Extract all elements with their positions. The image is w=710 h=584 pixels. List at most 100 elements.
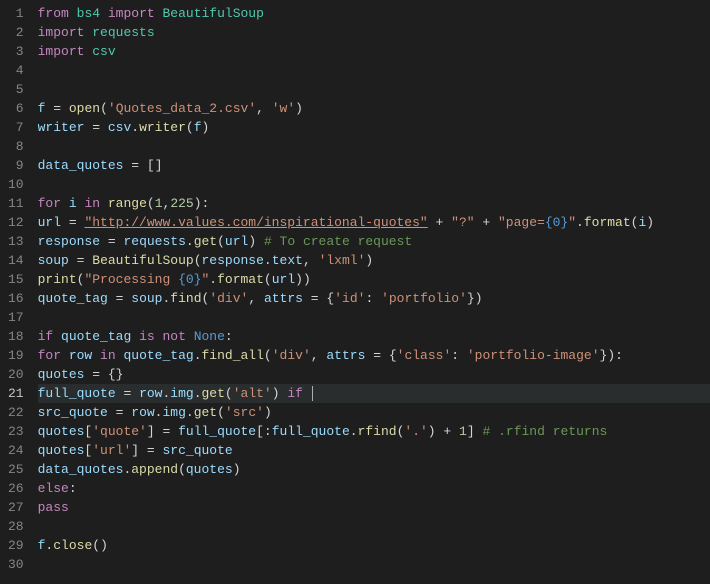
- token-punct: :: [202, 196, 210, 211]
- token-punct: (: [100, 101, 108, 116]
- token-punct: ]: [131, 443, 139, 458]
- code-line[interactable]: if quote_tag is not None:: [38, 327, 710, 346]
- token-var: text: [272, 253, 303, 268]
- token-var: row: [131, 405, 154, 420]
- code-line[interactable]: quotes['quote'] = full_quote[:full_quote…: [38, 422, 710, 441]
- line-number: 30: [8, 555, 24, 574]
- line-number: 29: [8, 536, 24, 555]
- code-line[interactable]: f = open('Quotes_data_2.csv', 'w'): [38, 99, 710, 118]
- code-line[interactable]: src_quote = row.img.get('src'): [38, 403, 710, 422]
- token-var: quote_tag: [38, 291, 108, 306]
- code-line[interactable]: [38, 61, 710, 80]
- token-punct: (: [147, 196, 155, 211]
- line-number: 18: [8, 327, 24, 346]
- code-line[interactable]: [38, 175, 710, 194]
- token-punct: .: [209, 272, 217, 287]
- token-punct: ): [607, 348, 615, 363]
- code-line[interactable]: [38, 308, 710, 327]
- token-string: 'url': [92, 443, 131, 458]
- code-line[interactable]: f.close(): [38, 536, 710, 555]
- token-punct: ,: [303, 253, 311, 268]
- code-line[interactable]: [38, 137, 710, 156]
- token-punct: ): [365, 253, 373, 268]
- token-punct: ,: [256, 101, 264, 116]
- token-op: =: [53, 101, 61, 116]
- token-var: quote_tag: [61, 329, 131, 344]
- token-var: requests: [123, 234, 185, 249]
- line-number: 19: [8, 346, 24, 365]
- token-func: find_all: [202, 348, 264, 363]
- token-op: +: [443, 424, 451, 439]
- code-line[interactable]: full_quote = row.img.get('alt') if: [38, 384, 710, 403]
- token-punct: [: [147, 158, 155, 173]
- code-line[interactable]: print("Processing {0}".format(url)): [38, 270, 710, 289]
- code-line[interactable]: import requests: [38, 23, 710, 42]
- token-keyword: for: [38, 196, 61, 211]
- code-line[interactable]: soup = BeautifulSoup(response.text, 'lxm…: [38, 251, 710, 270]
- code-line[interactable]: data_quotes = []: [38, 156, 710, 175]
- code-line[interactable]: [38, 80, 710, 99]
- token-punct: ,: [311, 348, 319, 363]
- token-punct: :: [225, 329, 233, 344]
- line-number: 10: [8, 175, 24, 194]
- token-string: 'w': [272, 101, 295, 116]
- code-line[interactable]: for i in range(1,225):: [38, 194, 710, 213]
- line-number: 24: [8, 441, 24, 460]
- token-punct: .: [194, 386, 202, 401]
- code-line[interactable]: response = requests.get(url) # To create…: [38, 232, 710, 251]
- code-line[interactable]: writer = csv.writer(f): [38, 118, 710, 137]
- token-module: BeautifulSoup: [162, 6, 263, 21]
- code-line[interactable]: quotes['url'] = src_quote: [38, 441, 710, 460]
- token-punct: (: [225, 386, 233, 401]
- code-line[interactable]: data_quotes.append(quotes): [38, 460, 710, 479]
- token-op: +: [482, 215, 490, 230]
- token-punct: ]: [155, 158, 163, 173]
- code-line[interactable]: pass: [38, 498, 710, 517]
- token-func: format: [217, 272, 264, 287]
- code-line[interactable]: url = "http://www.values.com/inspiration…: [38, 213, 710, 232]
- token-punct: ): [295, 272, 303, 287]
- token-var: f: [38, 101, 46, 116]
- line-number: 5: [8, 80, 24, 99]
- token-comment: # To create request: [264, 234, 412, 249]
- code-line[interactable]: quote_tag = soup.find('div', attrs = {'i…: [38, 289, 710, 308]
- code-line[interactable]: from bs4 import BeautifulSoup: [38, 4, 710, 23]
- line-number: 13: [8, 232, 24, 251]
- code-line[interactable]: else:: [38, 479, 710, 498]
- token-var: response: [38, 234, 100, 249]
- token-op: =: [147, 443, 155, 458]
- token-keyword: is: [139, 329, 155, 344]
- code-line[interactable]: import csv: [38, 42, 710, 61]
- token-keyword: if: [287, 386, 303, 401]
- code-line[interactable]: [38, 517, 710, 536]
- token-punct: :: [615, 348, 623, 363]
- token-func: print: [38, 272, 77, 287]
- line-number: 15: [8, 270, 24, 289]
- token-keyword: import: [38, 25, 85, 40]
- code-line[interactable]: quotes = {}: [38, 365, 710, 384]
- code-line[interactable]: for row in quote_tag.find_all('div', att…: [38, 346, 710, 365]
- token-punct: .: [264, 253, 272, 268]
- token-var: full_quote: [38, 386, 116, 401]
- code-editor[interactable]: 1234567891011121314151617181920212223242…: [0, 0, 710, 584]
- token-punct: ): [233, 462, 241, 477]
- token-punct: (: [264, 348, 272, 363]
- line-number: 23: [8, 422, 24, 441]
- token-punct: ]: [147, 424, 155, 439]
- line-number: 25: [8, 460, 24, 479]
- line-number-gutter: 1234567891011121314151617181920212223242…: [0, 0, 38, 584]
- token-var: writer: [38, 120, 85, 135]
- token-func: rfind: [358, 424, 397, 439]
- token-func: get: [194, 405, 217, 420]
- token-module: requests: [92, 25, 154, 40]
- code-content[interactable]: from bs4 import BeautifulSoupimport requ…: [38, 0, 710, 584]
- line-number: 1: [8, 4, 24, 23]
- code-line[interactable]: [38, 555, 710, 574]
- token-op: =: [131, 158, 139, 173]
- token-punct: .: [194, 348, 202, 363]
- token-op: =: [108, 234, 116, 249]
- token-string: 'class': [397, 348, 452, 363]
- token-string: 'div': [209, 291, 248, 306]
- token-var: data_quotes: [38, 158, 124, 173]
- token-op: =: [116, 291, 124, 306]
